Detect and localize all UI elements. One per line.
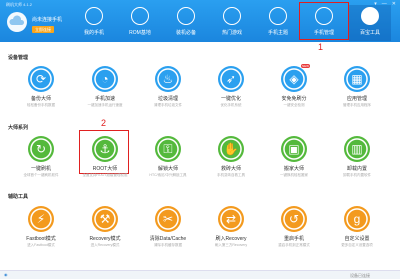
clear-icon-glyph: ✂: [162, 212, 174, 226]
tool-trash[interactable]: ▥ 卸载内置 卸载手机内置软件: [320, 136, 394, 178]
refresh-icon: ↻: [28, 136, 54, 162]
wrench-icon: ⚒: [92, 206, 118, 232]
shield-icon-glyph: ◈: [289, 72, 299, 86]
callout-number-2: 2: [101, 118, 107, 128]
nav-label: 我的手机: [83, 30, 104, 36]
shield-icon: ◈ NEW: [281, 64, 310, 92]
device-status-icon: [7, 12, 27, 32]
callout-number-1: 1: [318, 42, 324, 52]
tool-description: 轻松备份手机数据: [27, 103, 55, 107]
unlock-icon-glyph: ⚿: [163, 142, 173, 156]
nav-item-games[interactable]: 热门游戏: [211, 5, 253, 41]
tool-description: 进入Fastboot模式: [27, 243, 55, 247]
tool-refresh[interactable]: ↻ 一键刷机 全球首个一键刷机软件: [4, 136, 78, 178]
nav-label: 热门游戏: [221, 30, 242, 36]
trash-icon-glyph: ▥: [351, 142, 363, 156]
section-title-master: 大师系列: [8, 125, 29, 131]
tool-name: Fastboot模式: [26, 236, 56, 242]
nav-item-rom-base[interactable]: ROM基地: [119, 5, 161, 41]
broom-icon-glyph: ♨: [162, 72, 174, 86]
flash-icon: ⚡: [28, 206, 54, 232]
tool-name: 一键刷机: [30, 166, 51, 172]
tool-name: 卸载内置: [346, 166, 367, 172]
flash-icon-glyph: ⚡: [36, 212, 46, 226]
rocket-icon: ➶: [218, 66, 244, 92]
sync-icon: ⟳: [28, 66, 54, 92]
tool-description: 更多自定义设置选项: [341, 243, 373, 247]
speed-icon-glyph: ◔: [101, 72, 109, 86]
arrows-icon: ⇄: [218, 206, 244, 232]
tool-sync[interactable]: ⟳ 备份大师 轻松备份手机数据: [4, 66, 78, 108]
toolbox-icon: [361, 7, 379, 25]
status-right: 设备已连接: [350, 273, 370, 278]
box-icon-glyph: ▣: [288, 142, 300, 156]
nav-item-essentials[interactable]: 装机必备: [165, 5, 207, 41]
tool-description: 管理手机应用程序: [343, 103, 371, 107]
app-window: 刷机大师 4.1.2 ▾ — ✕ 尚未连接手机 立即连接 我的手机 ROM基地 …: [0, 0, 400, 279]
tool-name: 备份大师: [30, 96, 51, 102]
rocket-icon-glyph: ➶: [225, 72, 237, 86]
speed-icon: ◔: [92, 66, 118, 92]
hand-icon: ✋: [218, 136, 244, 162]
restart-icon: ↺: [281, 206, 307, 232]
tool-name: 自定义设置: [344, 236, 370, 242]
custom-icon: g: [344, 206, 370, 232]
restart-icon-glyph: ↺: [288, 212, 300, 226]
connect-button[interactable]: 立即连接: [32, 26, 54, 33]
shirt-icon: [269, 7, 287, 25]
status-bar: ◉ 设备已连接: [0, 270, 400, 279]
tool-description: 全球首个一键刷机软件: [23, 173, 59, 177]
nav-label: 手机主题: [267, 30, 288, 36]
callout-box-1: [299, 2, 349, 40]
unlock-icon: ⚿: [155, 136, 181, 162]
tool-grid[interactable]: ▦ 应用管理 管理手机应用程序: [320, 66, 394, 108]
connection-status: 尚未连接手机: [32, 17, 63, 23]
new-badge: NEW: [301, 64, 310, 68]
gamepad-icon: [223, 7, 241, 25]
rom-icon: [131, 7, 149, 25]
clear-icon: ✂: [155, 206, 181, 232]
box-icon: ▣: [281, 136, 307, 162]
phone-icon: [85, 7, 103, 25]
tool-custom[interactable]: g 自定义设置 更多自定义设置选项: [320, 206, 394, 248]
main-nav: 我的手机 ROM基地 装机必备 热门游戏 手机主题 手机管理 百宝工具: [73, 5, 400, 41]
hand-icon-glyph: ✋: [223, 142, 239, 156]
nav-item-toolbox[interactable]: 百宝工具: [349, 5, 391, 41]
trash-icon: ▥: [344, 136, 370, 162]
anchor-icon-glyph: ⚓: [99, 142, 111, 156]
nav-label: 百宝工具: [359, 30, 380, 36]
window-title: 刷机大师 4.1.2: [6, 2, 33, 7]
bag-icon: [177, 7, 195, 25]
tool-description: 卸载手机内置软件: [343, 173, 371, 177]
arrows-icon-glyph: ⇄: [225, 212, 237, 226]
nav-label: ROM基地: [129, 30, 151, 36]
wrench-icon-glyph: ⚒: [99, 212, 111, 226]
sync-icon-glyph: ⟳: [35, 72, 47, 86]
grid-icon-glyph: ▦: [351, 72, 363, 86]
section-title-device: 设备管理: [8, 55, 29, 61]
nav-label: 装机必备: [175, 30, 196, 36]
refresh-icon-glyph: ↻: [35, 142, 47, 156]
broom-icon: ♨: [155, 66, 181, 92]
custom-icon-glyph: g: [353, 212, 361, 226]
tool-flash[interactable]: ⚡ Fastboot模式 进入Fastboot模式: [4, 206, 78, 248]
tool-name: 应用管理: [346, 96, 367, 102]
grid-icon: ▦: [344, 66, 370, 92]
nav-item-my-phone[interactable]: 我的手机: [73, 5, 115, 41]
nav-item-themes[interactable]: 手机主题: [257, 5, 299, 41]
status-left: ◉: [4, 272, 8, 277]
anchor-icon: ⚓: [92, 136, 118, 162]
section-title-aux: 辅助工具: [8, 194, 29, 200]
